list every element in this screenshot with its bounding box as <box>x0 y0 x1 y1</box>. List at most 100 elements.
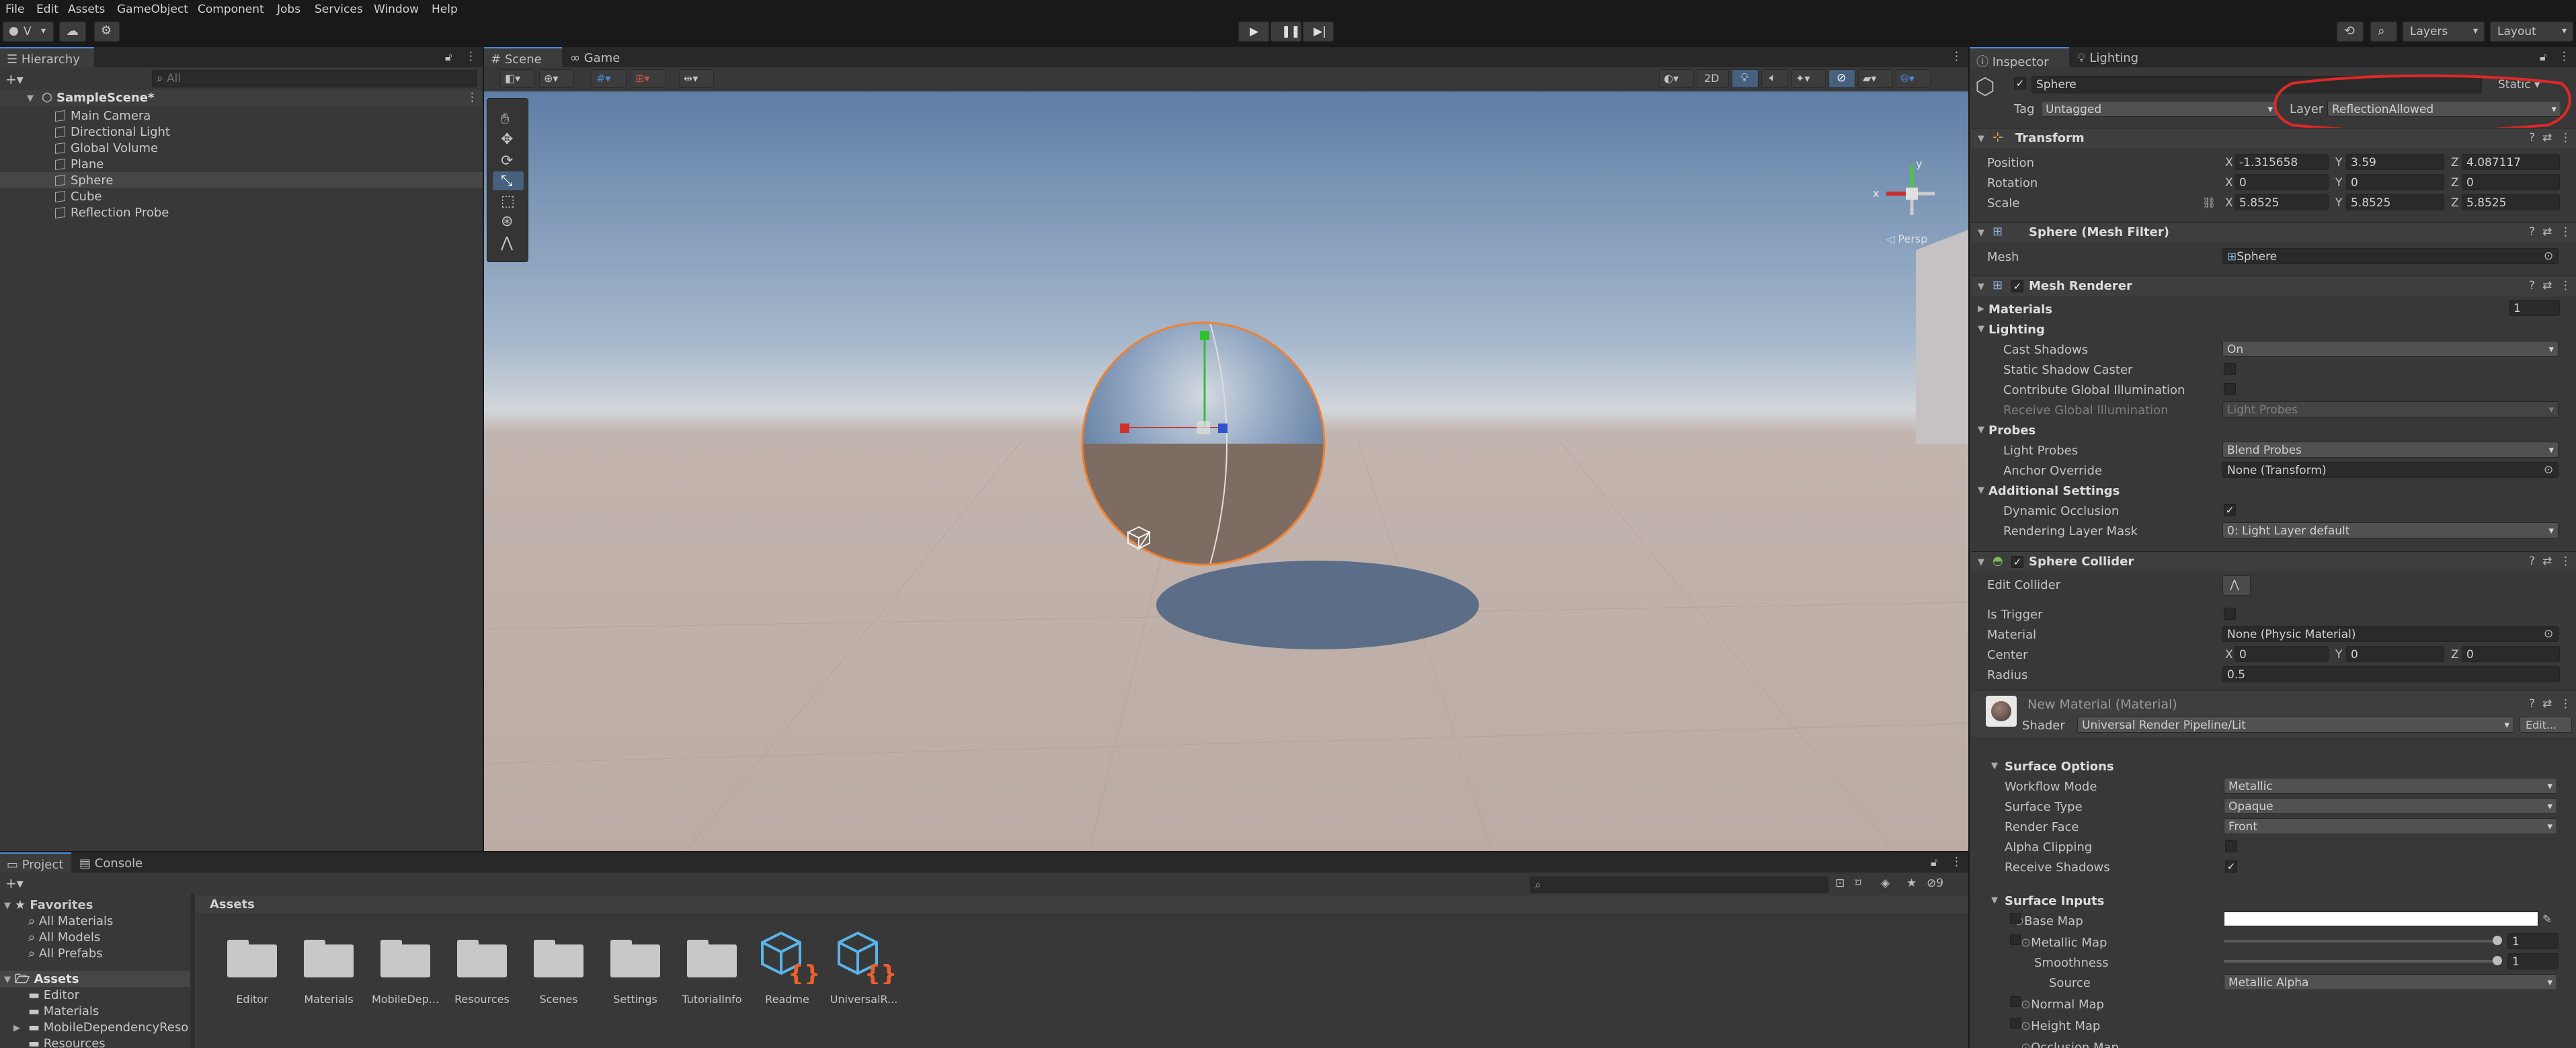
tag-dropdown[interactable]: Untagged <box>2041 101 2278 117</box>
receive-shadows-checkbox[interactable]: ✓ <box>2225 860 2237 873</box>
transform-tool-icon[interactable]: ⊛ <box>501 214 513 229</box>
preset-icon[interactable]: ⇄ <box>2542 556 2552 567</box>
tab-game[interactable]: ∞ Game <box>563 47 641 67</box>
expand-arrow-icon[interactable]: ▼ <box>1978 324 1984 334</box>
orientation-dropdown[interactable]: ◐▾ <box>1659 69 1694 88</box>
menu-file[interactable]: File <box>5 3 24 16</box>
add-button[interactable]: +▾ <box>5 73 24 86</box>
collapse-arrow-icon[interactable]: ▶ <box>1978 304 1984 314</box>
history-button[interactable]: ⟲ <box>2337 22 2364 42</box>
more-options-icon[interactable]: ⋮ <box>1951 856 1962 868</box>
tab-lighting[interactable]: 💡︎ Lighting <box>2070 47 2165 67</box>
help-icon[interactable]: ? <box>2529 280 2535 292</box>
search-button[interactable]: ⌕ <box>2370 22 2397 42</box>
asset-file-readme[interactable]: Readme <box>750 993 824 1006</box>
mesh-filter-header[interactable]: ▼ ⊞ Sphere (Mesh Filter) ? ⇄ ⋮ <box>1971 222 2576 242</box>
rect-tool-icon[interactable]: ⬚ <box>501 194 515 209</box>
hierarchy-item-sphere[interactable]: Sphere <box>55 175 113 187</box>
tab-scene[interactable]: # Scene <box>484 47 562 67</box>
help-icon[interactable]: ? <box>2529 227 2535 238</box>
move-tool-icon[interactable]: ✥ <box>501 132 513 147</box>
base-map-color-field[interactable] <box>2224 912 2538 926</box>
object-picker-icon[interactable]: ⊙ <box>2544 629 2553 640</box>
rendering-layer-mask-dropdown[interactable]: 0: Light Layer default <box>2222 522 2559 538</box>
smoothness-source-dropdown[interactable]: Metallic Alpha <box>2224 974 2557 990</box>
layers-dropdown[interactable]: Layers ▾ <box>2403 22 2485 42</box>
folder-icon[interactable] <box>227 940 277 977</box>
normal-map-checkbox[interactable] <box>2010 996 2021 1007</box>
assets-tree-root[interactable]: 🗁︎ Assets <box>15 973 79 985</box>
hand-tool-icon[interactable]: ✋︎ <box>501 112 510 127</box>
center-z-field[interactable]: 0 <box>2462 646 2560 662</box>
object-picker-icon[interactable]: ⊙ <box>2544 251 2553 262</box>
folder-icon[interactable] <box>610 940 660 977</box>
lock-icon[interactable]: 🔓︎ <box>445 52 452 63</box>
metallic-map-checkbox[interactable] <box>2010 934 2021 945</box>
favorite-all-models[interactable]: ⌕ All Models <box>28 932 100 944</box>
script-asset-icon[interactable]: {} <box>838 930 894 984</box>
layout-dropdown[interactable]: Layout ▾ <box>2490 22 2573 42</box>
tree-folder-materials[interactable]: ▬ Materials <box>28 1006 99 1018</box>
more-options-icon[interactable]: ⋮ <box>2559 51 2570 63</box>
scale-x-field[interactable]: 5.8525 <box>2235 194 2329 210</box>
hierarchy-item-directional-light[interactable]: Directional Light <box>55 126 170 138</box>
folder-icon[interactable] <box>457 940 507 977</box>
package-icon[interactable]: ◈ <box>1881 878 1890 889</box>
light-probes-dropdown[interactable]: Blend Probes <box>2222 442 2559 458</box>
menu-component[interactable]: Component <box>198 3 264 16</box>
expand-arrow-icon[interactable]: ▼ <box>1978 485 1984 495</box>
hierarchy-item-global-volume[interactable]: Global Volume <box>55 143 158 155</box>
hierarchy-search-input[interactable]: ⌕ All <box>152 70 477 87</box>
lock-icon[interactable]: 🔓︎ <box>1931 857 1937 868</box>
menu-edit[interactable]: Edit <box>36 3 58 16</box>
more-options-icon[interactable]: ⋮ <box>465 51 477 63</box>
menu-gameobject[interactable]: GameObject <box>117 3 188 16</box>
more-options-icon[interactable]: ⋮ <box>2560 227 2571 238</box>
scale-z-field[interactable]: 5.8525 <box>2462 194 2560 210</box>
favorite-star-icon[interactable]: ★ <box>1906 878 1917 889</box>
anchor-override-field[interactable]: None (Transform) <box>2222 462 2559 478</box>
tab-console[interactable]: ▤ Console <box>73 852 157 873</box>
rotate-tool-icon[interactable]: ⟳ <box>501 154 513 169</box>
toggle-2d-button[interactable]: 2D <box>1697 69 1729 88</box>
tree-folder-editor[interactable]: ▬ Editor <box>28 990 79 1002</box>
custom-tool-icon[interactable]: ⋀ <box>501 236 513 251</box>
effects-dropdown[interactable]: ✦▾ <box>1791 69 1826 88</box>
search-by-type-icon[interactable]: ⊡ <box>1835 878 1845 889</box>
preset-icon[interactable]: ⇄ <box>2542 132 2552 144</box>
step-button[interactable]: ▶| <box>1303 22 1334 42</box>
preset-icon[interactable]: ⇄ <box>2542 280 2552 292</box>
tree-splitter[interactable] <box>191 893 195 1048</box>
audio-toggle[interactable]: 🔈︎ <box>1761 69 1788 88</box>
metallic-slider-track[interactable] <box>2224 940 2498 942</box>
menu-services[interactable]: Services <box>315 3 363 16</box>
folder-icon[interactable] <box>687 940 737 977</box>
draw-mode-dropdown[interactable]: ◧▾ <box>500 69 535 88</box>
mesh-renderer-enabled-checkbox[interactable]: ✓ <box>2011 280 2023 292</box>
expand-arrow-icon[interactable]: ▼ <box>1991 761 1998 771</box>
position-x-field[interactable]: -1.315658 <box>2235 154 2329 170</box>
menu-help[interactable]: Help <box>432 3 458 16</box>
create-button[interactable]: +▾ <box>5 877 24 890</box>
project-search-input[interactable]: ⌕ <box>1530 877 1828 893</box>
smoothness-slider-track[interactable] <box>2224 960 2498 963</box>
metallic-value-field[interactable]: 1 <box>2507 933 2559 949</box>
dynamic-occlusion-checkbox[interactable]: ✓ <box>2224 504 2236 516</box>
scale-tool-icon[interactable]: ⤡ <box>501 174 513 189</box>
contribute-gi-checkbox[interactable] <box>2224 383 2236 395</box>
account-dropdown[interactable]: ● V ▾ <box>3 22 54 42</box>
sphere-collider-header[interactable]: ▼ ◓ ✓ Sphere Collider ? ⇄ ⋮ <box>1971 551 2576 571</box>
hidden-packages-icon[interactable]: ⊘9 <box>1927 878 1943 889</box>
more-options-icon[interactable]: ⋮ <box>467 92 478 104</box>
favorites-header[interactable]: ★ Favorites <box>15 899 93 912</box>
preset-icon[interactable]: ⇄ <box>2542 698 2552 710</box>
camera-dropdown[interactable]: ▰▾ <box>1858 69 1893 88</box>
persp-label[interactable]: ◁ Persp <box>1886 234 1927 245</box>
folder-icon[interactable] <box>304 940 354 977</box>
help-icon[interactable]: ? <box>2529 132 2535 144</box>
eyedropper-icon[interactable]: ✎ <box>2542 914 2552 926</box>
mesh-object-field[interactable]: ⊞Sphere <box>2222 248 2559 264</box>
tree-folder-mobiledependency[interactable]: ▬ MobileDependencyReso <box>28 1022 190 1034</box>
position-z-field[interactable]: 4.087117 <box>2462 154 2560 170</box>
more-options-icon[interactable]: ⋮ <box>2560 280 2571 292</box>
